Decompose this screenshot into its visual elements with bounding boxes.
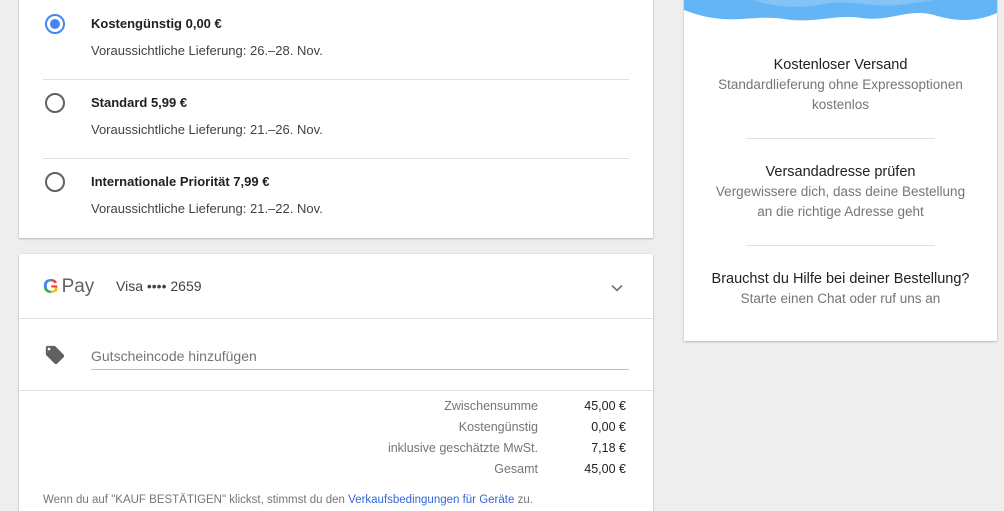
totals-value: 45,00 € (584, 462, 626, 476)
tag-icon (45, 345, 65, 365)
divider (19, 318, 653, 319)
totals-label: Kostengünstig (458, 420, 538, 434)
radio-button-selected[interactable] (45, 14, 65, 34)
info-text: Standardlieferung ohne Expressoptionen (718, 77, 963, 92)
payment-card: G Pay Visa •••• 2659 Zwischensumme 45,00… (19, 254, 653, 511)
shipping-option-title: Kostengünstig 0,00 € (91, 16, 222, 31)
radio-button[interactable] (45, 172, 65, 192)
shipping-option-eta: Voraussichtliche Lieferung: 21.–26. Nov. (91, 122, 323, 137)
divider (746, 245, 935, 246)
shipping-option-eta: Voraussichtliche Lieferung: 26.–28. Nov. (91, 43, 323, 58)
shipping-option-title: Standard 5,99 € (91, 95, 188, 110)
info-free-shipping: Kostenloser Versand Standardlieferung oh… (684, 55, 997, 114)
coupon-code-input[interactable] (91, 342, 629, 370)
totals-label: inklusive geschätzte MwSt. (387, 441, 538, 455)
divider (746, 138, 935, 139)
shipping-option-international[interactable]: Internationale Priorität 7,99 € Voraussi… (19, 158, 653, 237)
checkout-page: Kostengünstig 0,00 € Voraussichtliche Li… (0, 0, 1004, 511)
totals-row-shipping: Kostengünstig 0,00 € (19, 420, 653, 441)
shipping-option-title: Internationale Priorität 7,99 € (91, 174, 270, 189)
terms-suffix: zu. (514, 494, 533, 506)
radio-button[interactable] (45, 93, 65, 113)
info-panel: Kostenloser Versand Standardlieferung oh… (684, 0, 997, 341)
divider (19, 390, 653, 391)
totals-value: 7,18 € (591, 441, 626, 455)
terms-link[interactable]: Verkaufsbedingungen für Geräte (348, 494, 514, 506)
totals-value: 45,00 € (584, 399, 626, 413)
info-check-address: Versandadresse prüfen Vergewissere dich,… (684, 162, 997, 221)
info-heading: Kostenloser Versand (773, 57, 908, 73)
info-text: Vergewissere dich, dass deine Bestellung (715, 184, 966, 199)
totals-row-tax: inklusive geschätzte MwSt. 7,18 € (19, 441, 653, 462)
terms-notice: Wenn du auf "KAUF BESTÄTIGEN" klickst, s… (43, 494, 533, 506)
payment-method-label[interactable]: Visa •••• 2659 (116, 278, 202, 294)
info-heading: Brauchst du Hilfe bei deiner Bestellung? (711, 271, 970, 287)
info-help[interactable]: Brauchst du Hilfe bei deiner Bestellung?… (684, 269, 997, 309)
shipping-option-standard[interactable]: Standard 5,99 € Voraussichtliche Lieferu… (19, 79, 653, 158)
info-text: an die richtige Adresse geht (757, 203, 924, 219)
totals-label: Gesamt (494, 462, 538, 476)
totals-row-total: Gesamt 45,00 € (19, 462, 653, 483)
google-pay-logo: G Pay (43, 275, 94, 299)
info-text: Starte einen Chat oder ruf uns an (740, 291, 941, 306)
info-text: kostenlos (811, 96, 870, 112)
chevron-down-icon[interactable] (607, 278, 627, 298)
shipping-option-eta: Voraussichtliche Lieferung: 21.–22. Nov. (91, 201, 323, 216)
shipping-options-card: Kostengünstig 0,00 € Voraussichtliche Li… (19, 0, 653, 238)
totals-value: 0,00 € (591, 420, 626, 434)
info-heading: Versandadresse prüfen (765, 164, 916, 180)
totals-label: Zwischensumme (444, 399, 538, 413)
shipping-option-kostenguenstig[interactable]: Kostengünstig 0,00 € Voraussichtliche Li… (19, 0, 653, 79)
pay-word: Pay (61, 276, 95, 297)
google-g-logo: G (43, 275, 59, 298)
totals-row-subtotal: Zwischensumme 45,00 € (19, 399, 653, 420)
terms-prefix: Wenn du auf "KAUF BESTÄTIGEN" klickst, s… (43, 494, 349, 506)
banner-illustration (684, 0, 997, 23)
